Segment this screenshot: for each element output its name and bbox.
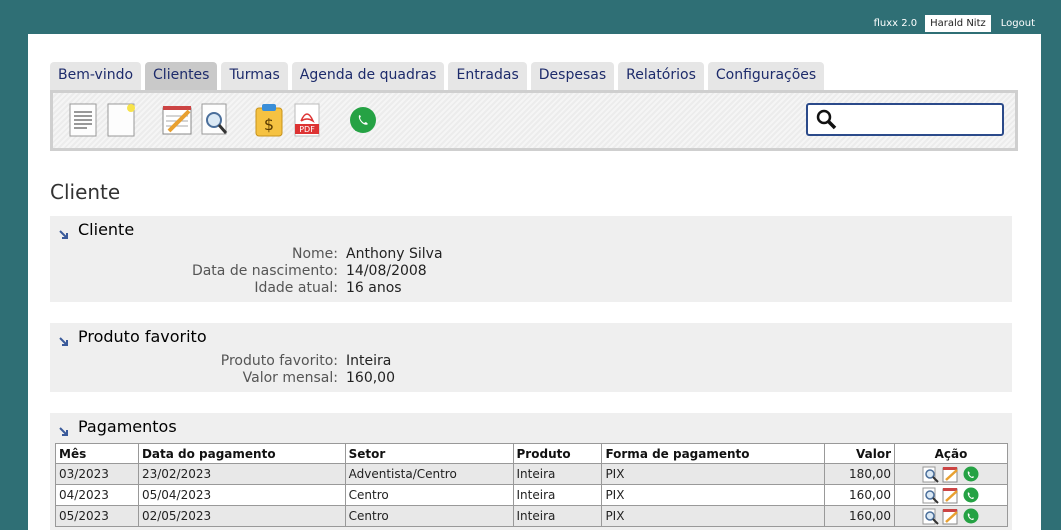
table-header-row: Mês Data do pagamento Setor Produto Form… xyxy=(55,443,1008,464)
client-section: Cliente Nome: Anthony Silva Data de nasci… xyxy=(50,216,1012,302)
table-row: 04/2023 05/04/2023 Centro Inteira PIX 16… xyxy=(55,484,1008,506)
svg-text:PDF: PDF xyxy=(299,125,315,134)
payments-table: Mês Data do pagamento Setor Produto Form… xyxy=(55,443,1008,527)
whatsapp-icon[interactable] xyxy=(962,466,980,483)
client-name: Anthony Silva xyxy=(346,246,443,262)
monthly-value: 160,00 xyxy=(346,370,395,386)
list-document-icon[interactable] xyxy=(67,103,99,137)
product-details: Produto favorito: Inteira Valor mensal: 16… xyxy=(220,353,395,386)
tab-agenda-de-quadras[interactable]: Agenda de quadras xyxy=(291,62,445,90)
search-input[interactable] xyxy=(840,108,990,131)
search-box xyxy=(806,103,1004,136)
client-details: Nome: Anthony Silva Data de nascimento: 14… xyxy=(191,246,443,296)
top-bar: fluxx 2.0 Harald Nitz Logout xyxy=(874,13,1061,33)
search-icon xyxy=(814,107,840,133)
col-setor[interactable]: Setor xyxy=(344,443,514,464)
favorite-product: Inteira xyxy=(346,353,392,369)
col-valor[interactable]: Valor xyxy=(824,443,896,464)
user-name[interactable]: Harald Nitz xyxy=(925,14,991,32)
edit-icon[interactable] xyxy=(942,487,960,504)
app-version: fluxx 2.0 xyxy=(873,17,918,29)
search-document-icon[interactable] xyxy=(199,103,231,137)
tab-bem-vindo[interactable]: Bem-vindo xyxy=(50,62,142,90)
row-actions xyxy=(894,484,1008,506)
table-row: 05/2023 02/05/2023 Centro Inteira PIX 16… xyxy=(55,505,1008,527)
toolbar: $ PDF xyxy=(50,90,1018,151)
product-section-header: Produto favorito xyxy=(50,323,223,347)
client-age: 16 anos xyxy=(346,280,402,296)
edit-icon[interactable] xyxy=(942,466,960,483)
client-section-header: Cliente xyxy=(50,216,151,240)
nav-tabs: Bem-vindo Clientes Turmas Agenda de quad… xyxy=(50,62,825,90)
tab-clientes[interactable]: Clientes xyxy=(145,62,218,90)
tab-turmas[interactable]: Turmas xyxy=(221,62,288,90)
payment-clipboard-icon[interactable]: $ xyxy=(253,103,285,137)
col-produto[interactable]: Produto xyxy=(512,443,603,464)
table-row: 03/2023 23/02/2023 Adventista/Centro Int… xyxy=(55,463,1008,485)
logout-link[interactable]: Logout xyxy=(1001,18,1035,29)
view-icon[interactable] xyxy=(922,487,940,504)
payments-section-header: Pagamentos xyxy=(50,413,193,437)
col-forma[interactable]: Forma de pagamento xyxy=(601,443,826,464)
whatsapp-icon[interactable] xyxy=(347,103,379,137)
whatsapp-icon[interactable] xyxy=(962,487,980,504)
view-icon[interactable] xyxy=(922,466,940,483)
col-mes[interactable]: Mês xyxy=(55,443,139,464)
view-icon[interactable] xyxy=(922,508,940,525)
svg-text:$: $ xyxy=(264,115,274,134)
client-birthdate: 14/08/2008 xyxy=(346,263,427,279)
arrow-down-icon xyxy=(59,331,68,346)
row-actions xyxy=(894,505,1008,527)
main-panel: Bem-vindo Clientes Turmas Agenda de quad… xyxy=(28,34,1041,530)
page-title: Cliente xyxy=(50,180,121,204)
row-actions xyxy=(894,463,1008,485)
tab-relatorios[interactable]: Relatórios xyxy=(618,62,704,90)
pdf-icon[interactable]: PDF xyxy=(291,103,323,137)
col-data[interactable]: Data do pagamento xyxy=(137,443,346,464)
arrow-down-icon xyxy=(59,224,68,239)
tab-entradas[interactable]: Entradas xyxy=(448,62,527,90)
edit-icon[interactable] xyxy=(942,508,960,525)
edit-notepad-icon[interactable] xyxy=(161,103,193,137)
tab-despesas[interactable]: Despesas xyxy=(530,62,615,90)
tab-configuracoes[interactable]: Configurações xyxy=(707,62,825,90)
product-section: Produto favorito Produto favorito: Inteir… xyxy=(50,323,1012,392)
new-document-icon[interactable] xyxy=(105,103,137,137)
whatsapp-icon[interactable] xyxy=(962,508,980,525)
arrow-down-icon xyxy=(59,421,68,436)
col-acao: Ação xyxy=(894,443,1008,464)
